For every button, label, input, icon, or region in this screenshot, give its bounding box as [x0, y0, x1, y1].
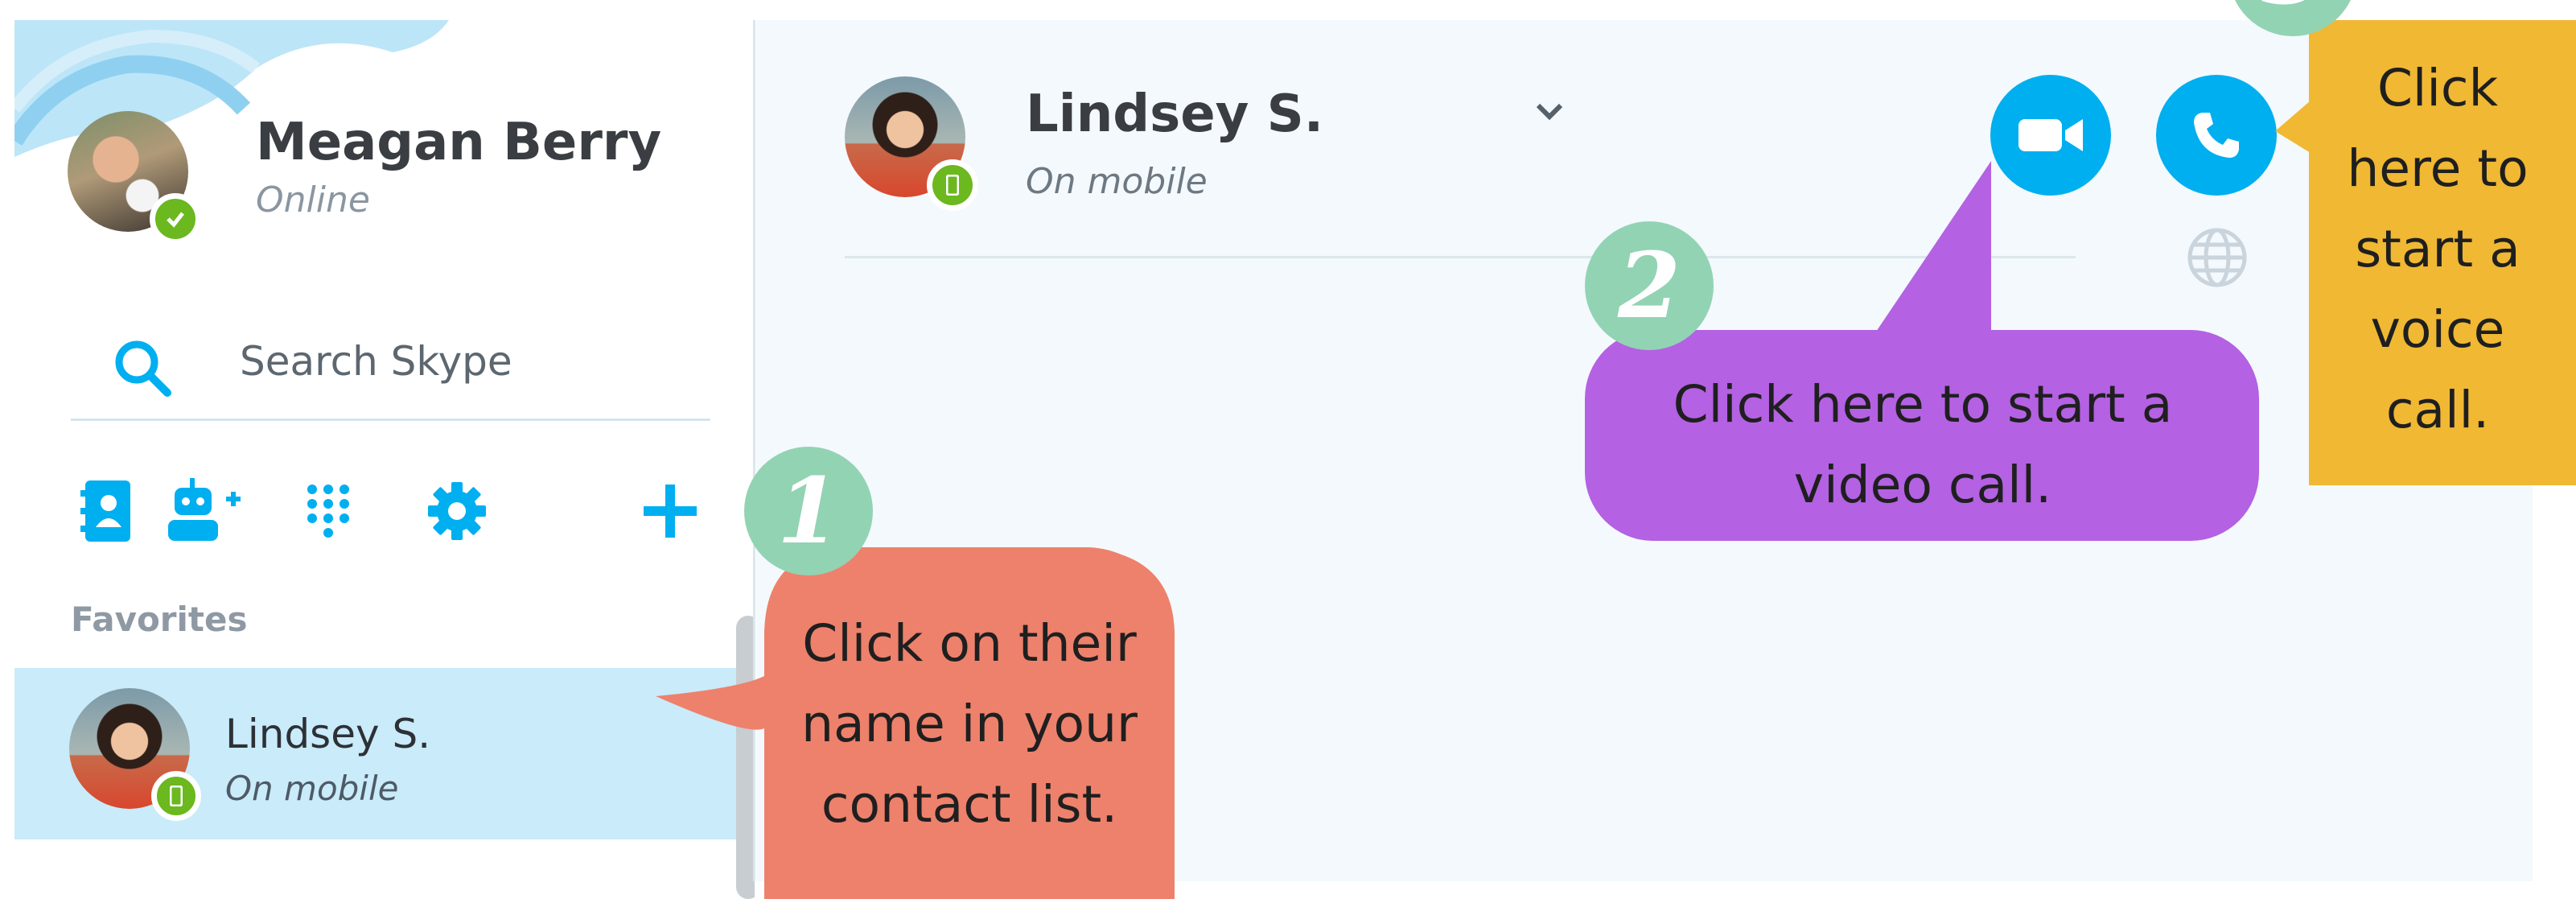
contacts-button[interactable] [63, 467, 151, 555]
conversation-mobile-status-icon [927, 159, 978, 211]
online-status-icon [150, 193, 201, 245]
profile-name[interactable]: Meagan Berry [256, 113, 661, 172]
chevron-down-icon[interactable] [1535, 101, 1564, 123]
search-box[interactable]: Search Skype [71, 306, 710, 421]
add-bot-button[interactable] [159, 467, 248, 555]
sidebar-toolbar [71, 459, 710, 563]
conversation-contact-status: On mobile [1026, 161, 1208, 202]
favorites-section-label: Favorites [71, 600, 248, 639]
dialpad-button[interactable] [284, 467, 372, 555]
conversation-contact-name[interactable]: Lindsey S. [1026, 85, 1323, 144]
add-bot-icon [168, 478, 241, 541]
search-placeholder[interactable]: Search Skype [240, 338, 512, 385]
plus-icon [644, 485, 697, 538]
new-chat-button[interactable] [626, 467, 714, 555]
video-camera-icon [2018, 119, 2083, 151]
settings-button[interactable] [413, 467, 501, 555]
callout-3-text: Click here to start a voice call. [2347, 59, 2529, 439]
contact-status: On mobile [225, 769, 399, 808]
dialpad-icon [307, 485, 349, 538]
callout-1-text: Click on their name in your contact list… [801, 614, 1138, 834]
step-2-badge: 2 [1585, 221, 1714, 350]
search-icon [115, 340, 171, 397]
contacts-book-icon [80, 480, 130, 542]
step-1-badge: 1 [744, 447, 873, 575]
callout-2-text: Click here to start a video call. [1673, 374, 2173, 514]
phone-icon [2194, 113, 2239, 158]
mobile-status-icon [151, 771, 201, 821]
profile-status[interactable]: Online [256, 179, 370, 221]
settings-gear-icon [428, 482, 486, 540]
contact-name: Lindsey S. [225, 711, 431, 757]
